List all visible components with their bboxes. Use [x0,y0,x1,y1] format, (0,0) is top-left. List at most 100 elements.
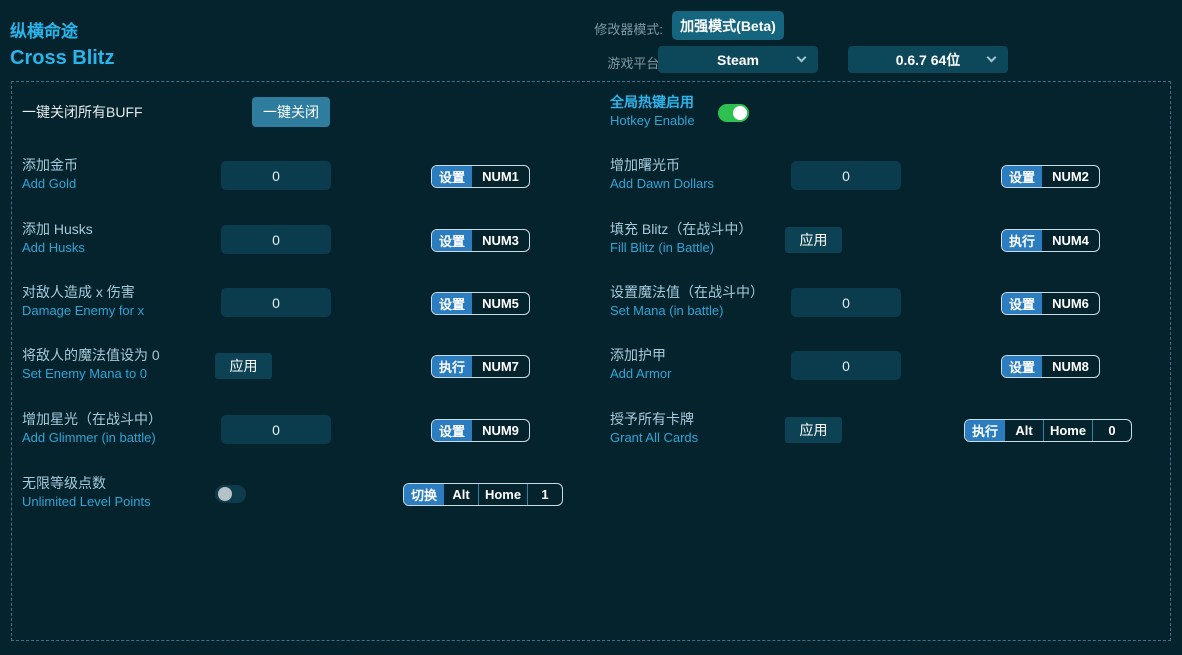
set-mana-input[interactable] [791,288,901,317]
add-armor-label: 添加护甲 Add Armor [610,346,671,383]
add-dawn-dollars-hotkey[interactable]: 设置 NUM2 [1001,165,1100,188]
add-armor-label-en: Add Armor [610,365,671,383]
add-husks-label-cn: 添加 Husks [22,220,93,239]
hotkey-action-chip: 设置 [1002,293,1042,314]
unlimited-level-points-toggle[interactable] [215,485,246,503]
add-glimmer-hotkey[interactable]: 设置 NUM9 [431,419,530,442]
add-glimmer-label-en: Add Glimmer (in battle) [22,429,162,447]
grant-all-cards-label-cn: 授予所有卡牌 [610,410,698,429]
close-all-buff-button[interactable]: 一键关闭 [252,97,330,127]
unlimited-level-points-label: 无限等级点数 Unlimited Level Points [22,474,151,511]
fill-blitz-label-en: Fill Blitz (in Battle) [610,239,752,257]
set-enemy-mana-zero-apply-button[interactable]: 应用 [215,353,272,379]
grant-all-cards-hotkey[interactable]: 执行 Alt Home 0 [964,419,1132,442]
fill-blitz-label: 填充 Blitz（在战斗中） Fill Blitz (in Battle) [610,220,752,257]
mode-label: 修改器模式: [583,19,663,38]
unlimited-level-points-label-en: Unlimited Level Points [22,493,151,511]
app-title-en: Cross Blitz [10,47,114,70]
hotkey-key: NUM4 [1042,230,1099,251]
fill-blitz-label-cn: 填充 Blitz（在战斗中） [610,220,752,239]
add-husks-input[interactable] [221,225,331,254]
hotkey-action-chip: 设置 [432,166,472,187]
add-husks-label: 添加 Husks Add Husks [22,220,93,257]
fill-blitz-hotkey[interactable]: 执行 NUM4 [1001,229,1100,252]
hotkey-key: NUM2 [1042,166,1099,187]
add-glimmer-label-cn: 增加星光（在战斗中） [22,410,162,429]
hotkey-action-chip: 执行 [432,356,472,377]
unlimited-level-points-hotkey[interactable]: 切换 Alt Home 1 [403,483,563,506]
hotkey-key: NUM6 [1042,293,1099,314]
hotkey-action-chip: 执行 [1002,230,1042,251]
damage-enemy-label: 对敌人造成 x 伤害 Damage Enemy for x [22,283,144,320]
add-armor-hotkey[interactable]: 设置 NUM8 [1001,355,1100,378]
set-enemy-mana-zero-label-en: Set Enemy Mana to 0 [22,365,160,383]
add-husks-label-en: Add Husks [22,239,93,257]
set-mana-label: 设置魔法值（在战斗中） Set Mana (in battle) [610,283,764,320]
unlimited-level-points-label-cn: 无限等级点数 [22,474,151,493]
set-mana-hotkey[interactable]: 设置 NUM6 [1001,292,1100,315]
chevron-down-icon [987,53,997,63]
add-armor-label-cn: 添加护甲 [610,346,671,365]
hotkey-key: NUM3 [472,230,529,251]
platform-label: 游戏平台: [583,53,663,72]
hotkey-action-chip: 设置 [1002,166,1042,187]
hotkey-action-chip: 设置 [432,230,472,251]
hotkey-key: Home [1043,420,1092,441]
hotkey-key: Alt [1005,420,1043,441]
add-dawn-dollars-label-en: Add Dawn Dollars [610,175,714,193]
damage-enemy-label-en: Damage Enemy for x [22,302,144,320]
damage-enemy-input[interactable] [221,288,331,317]
chevron-down-icon [797,53,807,63]
set-enemy-mana-zero-label-cn: 将敌人的魔法值设为 0 [22,346,160,365]
hotkey-action-chip: 设置 [432,420,472,441]
toggle-knob [218,487,232,501]
cheats-panel [11,81,1171,641]
add-dawn-dollars-label: 增加曙光币 Add Dawn Dollars [610,156,714,193]
add-dawn-dollars-input[interactable] [791,161,901,190]
hotkey-key: 1 [527,484,562,505]
hotkey-action-chip: 设置 [1002,356,1042,377]
hotkey-action-chip: 执行 [965,420,1005,441]
damage-enemy-label-cn: 对敌人造成 x 伤害 [22,283,144,302]
add-dawn-dollars-label-cn: 增加曙光币 [610,156,714,175]
add-gold-label-en: Add Gold [22,175,78,193]
close-all-buff-label: 一键关闭所有BUFF [22,103,143,122]
fill-blitz-apply-button[interactable]: 应用 [785,227,842,253]
toggle-knob [733,106,747,120]
hotkey-enable-toggle[interactable] [718,104,749,122]
set-enemy-mana-zero-label: 将敌人的魔法值设为 0 Set Enemy Mana to 0 [22,346,160,383]
set-enemy-mana-zero-hotkey[interactable]: 执行 NUM7 [431,355,530,378]
version-select[interactable]: 0.6.7 64位 [848,46,1008,73]
add-glimmer-label: 增加星光（在战斗中） Add Glimmer (in battle) [22,410,162,447]
damage-enemy-hotkey[interactable]: 设置 NUM5 [431,292,530,315]
add-gold-label-cn: 添加金币 [22,156,78,175]
hotkey-key: NUM5 [472,293,529,314]
hotkey-enable-label-cn: 全局热键启用 [610,93,695,112]
mode-button[interactable]: 加强模式(Beta) [672,11,784,40]
add-glimmer-input[interactable] [221,415,331,444]
hotkey-enable-label-en: Hotkey Enable [610,112,695,130]
hotkey-enable-label: 全局热键启用 Hotkey Enable [610,93,695,130]
platform-select[interactable]: Steam [658,46,818,73]
set-mana-label-cn: 设置魔法值（在战斗中） [610,283,764,302]
hotkey-action-chip: 设置 [432,293,472,314]
hotkey-action-chip: 切换 [404,484,444,505]
add-armor-input[interactable] [791,351,901,380]
platform-value: Steam [717,52,759,68]
add-gold-input[interactable] [221,161,331,190]
version-value: 0.6.7 64位 [896,50,961,70]
grant-all-cards-apply-button[interactable]: 应用 [785,417,842,443]
hotkey-key: 0 [1092,420,1131,441]
hotkey-key: Alt [444,484,478,505]
grant-all-cards-label-en: Grant All Cards [610,429,698,447]
hotkey-key: NUM9 [472,420,529,441]
hotkey-key: NUM7 [472,356,529,377]
hotkey-key: NUM1 [472,166,529,187]
set-mana-label-en: Set Mana (in battle) [610,302,764,320]
add-gold-label: 添加金币 Add Gold [22,156,78,193]
grant-all-cards-label: 授予所有卡牌 Grant All Cards [610,410,698,447]
add-gold-hotkey[interactable]: 设置 NUM1 [431,165,530,188]
hotkey-key: Home [478,484,527,505]
add-husks-hotkey[interactable]: 设置 NUM3 [431,229,530,252]
hotkey-key: NUM8 [1042,356,1099,377]
